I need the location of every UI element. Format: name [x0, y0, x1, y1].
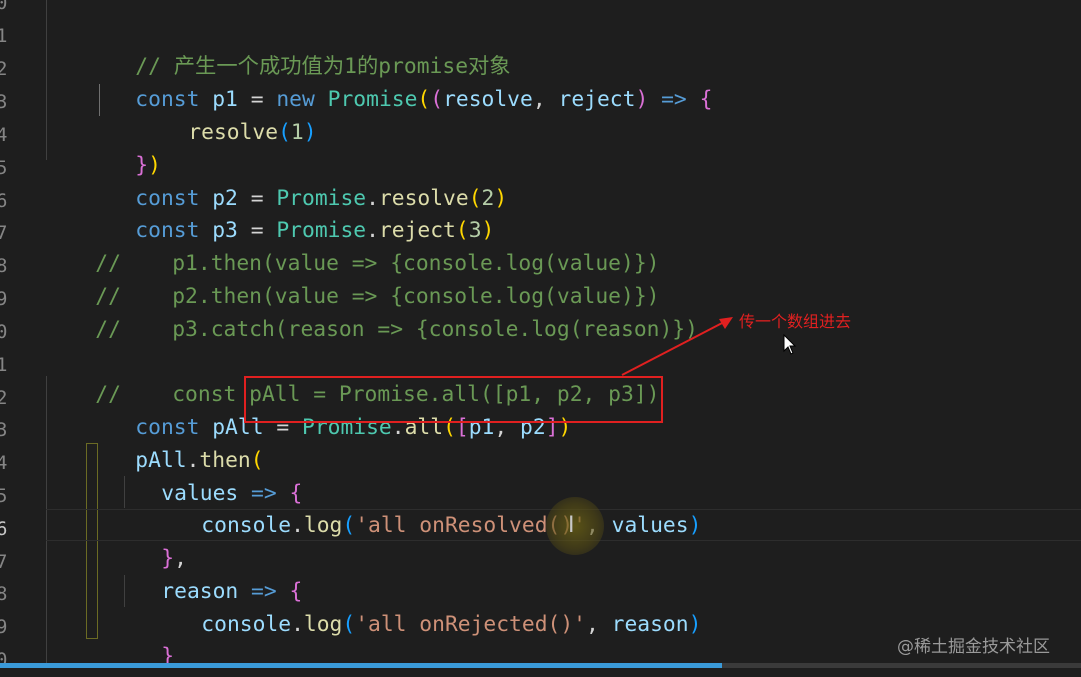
arrow-token: =>: [648, 87, 700, 112]
code-line[interactable]: resolve(1): [137, 83, 316, 145]
line-number: 1: [0, 25, 8, 47]
line-number: 1: [0, 354, 8, 376]
bracket-token: (: [342, 612, 356, 637]
variable-token: console: [201, 513, 292, 538]
variable-token: console: [201, 612, 292, 637]
code-line[interactable]: // const pAll = Promise.all([p1, p2, p3]…: [44, 345, 659, 407]
line-number: 7: [0, 222, 8, 244]
param-token: reject: [558, 87, 636, 112]
code-line[interactable]: const p1 = new Promise((resolve, reject)…: [84, 50, 712, 112]
code-line[interactable]: // p1.then(value => {console.log(value)}…: [44, 214, 659, 276]
line-number: 9: [0, 616, 8, 638]
line-number: 9: [0, 288, 8, 310]
bracket-token: ): [303, 120, 317, 145]
bracket-token: ): [688, 513, 702, 538]
line-number: 3: [0, 419, 8, 441]
bracket-token: (: [430, 87, 444, 112]
line-number: 8: [0, 255, 8, 277]
watermark: @稀土掘金技术社区: [897, 637, 1050, 657]
code-editor[interactable]: 0 1 2 3 4 5 6 7 8 9 0 1 2 3 4 5 6 7 8 9 …: [0, 0, 1081, 677]
bracket-token: (: [342, 513, 356, 538]
bracket-token: {: [699, 87, 713, 112]
line-number: 5: [0, 157, 8, 179]
line-number: 4: [0, 452, 8, 474]
line-number: 8: [0, 583, 8, 605]
number-token: 1: [290, 120, 304, 145]
code-line[interactable]: const p2 = Promise.resolve(2): [84, 149, 507, 211]
bracket-token: ): [494, 186, 508, 211]
code-line[interactable]: values => {: [110, 444, 302, 506]
code-line[interactable]: const p3 = Promise.reject(3): [84, 181, 494, 243]
code-line[interactable]: },: [110, 509, 187, 571]
line-number: 0: [0, 321, 8, 343]
bracket-token: (: [278, 120, 291, 145]
annotation-label: 传一个数组进去: [739, 312, 852, 331]
function-token: resolve: [188, 120, 279, 145]
line-number: 0: [0, 0, 8, 14]
variable-token: values: [611, 513, 689, 538]
punct-token: ,: [532, 87, 559, 112]
variable-token: reason: [611, 612, 689, 637]
annotation-highlight-box: [244, 376, 663, 423]
code-line[interactable]: }): [84, 116, 161, 178]
text-cursor-icon: I: [568, 513, 575, 538]
line-number-current: 6: [0, 518, 8, 540]
line-number-gutter: 0 1 2 3 4 5 6 7 8 9 0 1 2 3 4 5 6 7 8 9 …: [0, 0, 18, 677]
code-line[interactable]: // p3.catch(reason => {console.log(reaso…: [44, 280, 698, 342]
string-token: 'all onRejected()': [355, 612, 586, 637]
code-line[interactable]: console.log('all onRejected()', reason): [150, 575, 701, 637]
code-line[interactable]: // 产生一个成功值为1的promise对象: [84, 17, 510, 79]
code-line[interactable]: ): [84, 640, 148, 673]
line-number: 4: [0, 124, 8, 146]
code-line[interactable]: reason => {: [110, 542, 302, 604]
code-line[interactable]: // p2.then(value => {console.log(value)}…: [44, 247, 659, 309]
punct-token: .: [291, 612, 304, 637]
punct-token: .: [291, 513, 304, 538]
bracket-token: ): [688, 612, 702, 637]
function-token: log: [303, 612, 343, 637]
scrollbar-thumb[interactable]: [0, 663, 722, 668]
bracket-token: ): [635, 87, 649, 112]
punct-token: ,: [585, 612, 612, 637]
class-token: Promise: [327, 87, 418, 112]
cursor-highlight: [546, 497, 604, 555]
code-line[interactable]: }: [110, 607, 174, 669]
line-number: 7: [0, 551, 8, 573]
param-token: resolve: [443, 87, 533, 112]
mouse-pointer-icon: [783, 334, 797, 355]
indent-guide: [46, 0, 47, 160]
line-number: 2: [0, 387, 8, 409]
line-number: 6: [0, 190, 8, 212]
function-token: log: [303, 513, 343, 538]
code-line[interactable]: console.log('all onResolved()', values): [150, 476, 701, 538]
code-line[interactable]: pAll.then(: [84, 411, 263, 473]
line-number: 5: [0, 485, 8, 507]
line-number: 2: [0, 58, 8, 80]
bracket-token: (: [417, 87, 431, 112]
line-number: 3: [0, 91, 8, 113]
code-comment: // p3.catch(reason => {console.log(reaso…: [95, 317, 698, 342]
